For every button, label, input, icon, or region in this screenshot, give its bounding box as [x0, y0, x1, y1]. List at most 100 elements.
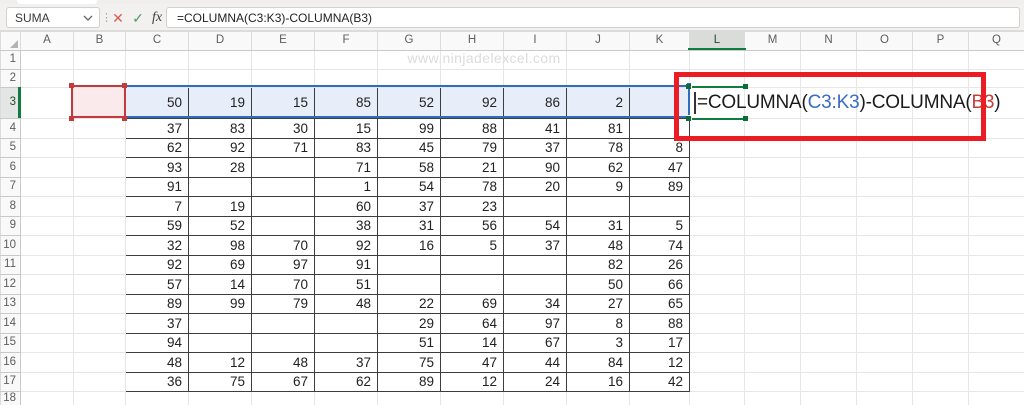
cell-N7[interactable] [800, 176, 857, 197]
cell-I14[interactable]: 97 [503, 313, 567, 334]
cell-K13[interactable]: 65 [629, 293, 690, 314]
cell-F1[interactable] [314, 50, 378, 70]
cell-K10[interactable]: 74 [629, 235, 690, 256]
cell-A7[interactable] [20, 176, 74, 197]
cell-C1[interactable] [125, 50, 189, 70]
cell-H13[interactable]: 69 [440, 293, 504, 314]
cell-P7[interactable] [912, 176, 969, 197]
cell-L15[interactable] [689, 332, 745, 353]
cell-D13[interactable]: 99 [188, 293, 252, 314]
cell-K6[interactable]: 47 [629, 157, 690, 178]
row-header-12[interactable]: 12 [0, 274, 21, 295]
column-header-O[interactable]: O [856, 31, 913, 51]
row-header-13[interactable]: 13 [0, 293, 21, 314]
cell-G9[interactable]: 31 [377, 215, 441, 236]
column-header-P[interactable]: P [912, 31, 969, 51]
cell-K11[interactable]: 26 [629, 254, 690, 275]
cell-I16[interactable]: 44 [503, 352, 567, 373]
cell-A18[interactable] [20, 391, 74, 405]
cell-H11[interactable] [440, 254, 504, 275]
cell-N14[interactable] [800, 313, 857, 334]
cell-K16[interactable]: 12 [629, 352, 690, 373]
column-header-M[interactable]: M [744, 31, 801, 51]
cell-F15[interactable] [314, 332, 378, 353]
insert-function-icon[interactable]: fx [147, 8, 167, 28]
cell-C12[interactable]: 57 [125, 274, 189, 295]
cell-N18[interactable] [800, 391, 857, 405]
cell-M14[interactable] [744, 313, 801, 334]
cell-E10[interactable]: 70 [251, 235, 315, 256]
cell-A14[interactable] [20, 313, 74, 334]
cell-N6[interactable] [800, 157, 857, 178]
row-header-14[interactable]: 14 [0, 313, 21, 334]
cell-L16[interactable] [689, 352, 745, 373]
cell-J11[interactable]: 82 [566, 254, 630, 275]
cell-M6[interactable] [744, 157, 801, 178]
row-header-15[interactable]: 15 [0, 332, 21, 353]
cell-M13[interactable] [744, 293, 801, 314]
row-header-5[interactable]: 5 [0, 137, 21, 158]
cell-B17[interactable] [73, 371, 126, 392]
cell-L14[interactable] [689, 313, 745, 334]
cell-H7[interactable]: 78 [440, 176, 504, 197]
cell-Q8[interactable] [968, 196, 1024, 217]
cell-L17[interactable] [689, 371, 745, 392]
cell-Q11[interactable] [968, 254, 1024, 275]
cell-Q16[interactable] [968, 352, 1024, 373]
cell-P8[interactable] [912, 196, 969, 217]
cell-O8[interactable] [856, 196, 913, 217]
cell-P13[interactable] [912, 293, 969, 314]
cell-N11[interactable] [800, 254, 857, 275]
cell-B5[interactable] [73, 137, 126, 158]
cell-Q14[interactable] [968, 313, 1024, 334]
cell-L9[interactable] [689, 215, 745, 236]
cell-E18[interactable] [251, 391, 315, 405]
cell-Q9[interactable] [968, 215, 1024, 236]
cell-P12[interactable] [912, 274, 969, 295]
cell-F7[interactable]: 1 [314, 176, 378, 197]
cell-K14[interactable]: 88 [629, 313, 690, 334]
cell-K12[interactable]: 66 [629, 274, 690, 295]
reference-handle[interactable] [122, 82, 127, 88]
cell-N1[interactable] [800, 50, 857, 70]
cell-H10[interactable]: 5 [440, 235, 504, 256]
cell-M7[interactable] [744, 176, 801, 197]
cell-B1[interactable] [73, 50, 126, 70]
cell-F4[interactable]: 15 [314, 118, 378, 139]
cell-P16[interactable] [912, 352, 969, 373]
cell-K15[interactable]: 17 [629, 332, 690, 353]
cell-D8[interactable]: 19 [188, 196, 252, 217]
cell-G11[interactable] [377, 254, 441, 275]
cell-N17[interactable] [800, 371, 857, 392]
cell-O11[interactable] [856, 254, 913, 275]
column-header-D[interactable]: D [188, 31, 252, 51]
cell-H8[interactable]: 23 [440, 196, 504, 217]
column-header-C[interactable]: C [125, 31, 189, 51]
row-header-17[interactable]: 17 [0, 371, 21, 392]
cell-F18[interactable] [314, 391, 378, 405]
cell-M11[interactable] [744, 254, 801, 275]
reference-handle[interactable] [69, 115, 74, 121]
cell-G5[interactable]: 45 [377, 137, 441, 158]
cell-E15[interactable] [251, 332, 315, 353]
cell-P10[interactable] [912, 235, 969, 256]
cell-G13[interactable]: 22 [377, 293, 441, 314]
cell-F9[interactable]: 38 [314, 215, 378, 236]
cell-A5[interactable] [20, 137, 74, 158]
cell-D18[interactable] [188, 391, 252, 405]
cell-A11[interactable] [20, 254, 74, 275]
cell-L10[interactable] [689, 235, 745, 256]
cell-A2[interactable] [20, 69, 74, 88]
cell-C14[interactable]: 37 [125, 313, 189, 334]
cell-L13[interactable] [689, 293, 745, 314]
cell-C9[interactable]: 59 [125, 215, 189, 236]
cell-J10[interactable]: 48 [566, 235, 630, 256]
cell-P1[interactable] [912, 50, 969, 70]
cell-K9[interactable]: 5 [629, 215, 690, 236]
cell-I4[interactable]: 41 [503, 118, 567, 139]
cell-Q15[interactable] [968, 332, 1024, 353]
cell-L6[interactable] [689, 157, 745, 178]
cell-C13[interactable]: 89 [125, 293, 189, 314]
cell-J17[interactable]: 16 [566, 371, 630, 392]
cell-Q18[interactable] [968, 391, 1024, 405]
